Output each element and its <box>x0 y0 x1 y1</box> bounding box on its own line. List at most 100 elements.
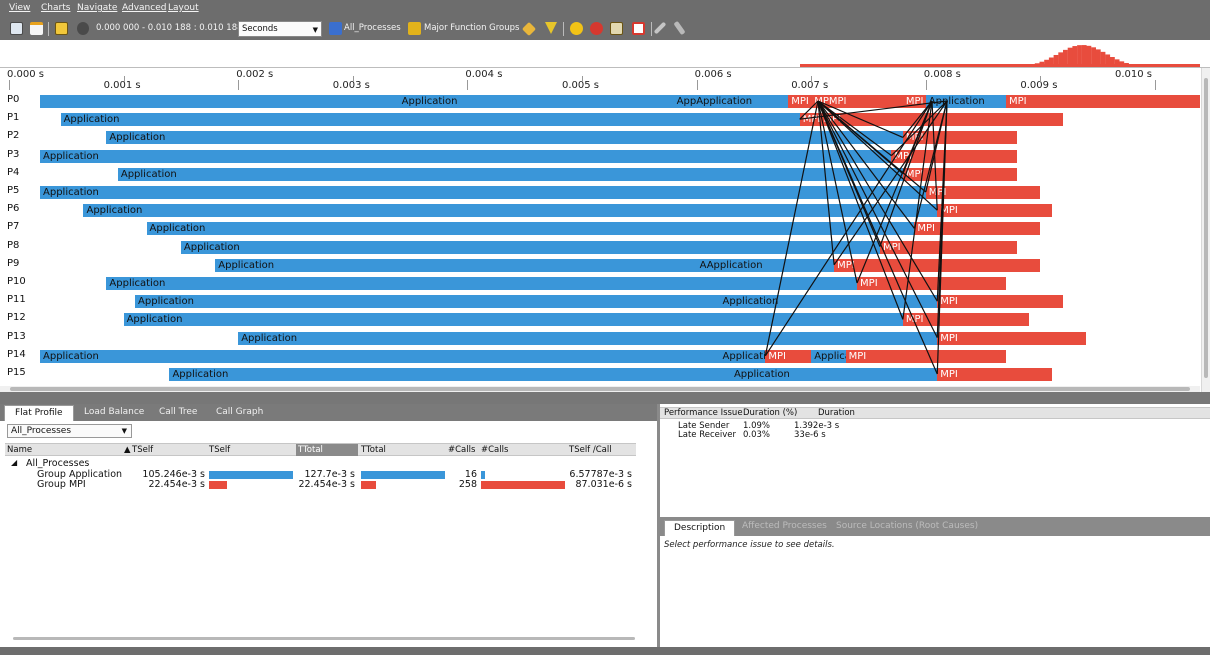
col-name[interactable]: Name <box>7 445 32 455</box>
chevron-down-icon: ▼ <box>312 26 318 34</box>
profile-ttotal: 22.454e-3 s <box>298 479 355 490</box>
sort-asc-icon: ▲ <box>124 445 131 455</box>
tab-call-graph[interactable]: Call Graph <box>216 407 263 417</box>
scroll-thumb[interactable] <box>1204 78 1208 378</box>
pie-chart-icon[interactable] <box>590 22 603 35</box>
tself-bar <box>209 481 227 489</box>
message-line <box>817 100 835 265</box>
col-ttotal-value[interactable]: TTotal <box>296 444 358 456</box>
col-duration-pct[interactable]: Duration (%) <box>743 408 797 418</box>
menu-charts[interactable]: Charts <box>41 3 70 13</box>
col-duration[interactable]: Duration <box>818 408 855 418</box>
timeline-vertical-scrollbar[interactable] <box>1201 68 1210 392</box>
col-tself-bar[interactable]: TSelf <box>209 445 230 455</box>
message-line <box>890 100 948 157</box>
tab-load-balance[interactable]: Load Balance <box>84 407 144 417</box>
message-line <box>764 100 933 357</box>
menu-advanced[interactable]: Advanced <box>122 3 166 13</box>
overview-bar <box>1086 45 1092 67</box>
flat-profile-panel: Flat Profile Load Balance Call Tree Call… <box>0 404 657 647</box>
menu-navigate[interactable]: Navigate <box>77 3 117 13</box>
unit-select[interactable]: Seconds ▼ <box>238 21 322 37</box>
overview-bar <box>1081 45 1087 67</box>
message-line <box>902 100 933 320</box>
toolbar: 0.000 000 - 0.010 188 : 0.010 188 Second… <box>0 18 1210 40</box>
toolbar-separator <box>48 22 49 36</box>
tools-icon[interactable] <box>673 20 686 36</box>
issue-duration: 33e-6 s <box>794 430 826 440</box>
col-calls-bar[interactable]: #Calls <box>481 445 508 455</box>
chevron-down-icon: ▼ <box>121 427 127 435</box>
process-filter-icon[interactable] <box>329 22 342 35</box>
overview-bar <box>1072 46 1078 67</box>
message-line <box>936 100 948 375</box>
menu-view[interactable]: View <box>9 3 30 13</box>
toolbar-separator <box>563 22 564 36</box>
col-tself-value[interactable]: TSelf <box>132 445 153 455</box>
issue-pct: 0.03% <box>743 430 771 440</box>
star-icon[interactable] <box>570 22 583 35</box>
toolbar-separator <box>651 22 652 36</box>
col-performance-issue[interactable]: Performance Issue <box>664 408 743 418</box>
process-select-value: All_Processes <box>11 426 72 436</box>
message-line <box>879 100 933 247</box>
tree-root-row[interactable]: ◢ All_Processes <box>5 458 636 469</box>
performance-panel: Performance Issue Duration (%) Duration … <box>657 404 1210 647</box>
tab-flat-profile[interactable]: Flat Profile <box>4 405 74 421</box>
ttotal-bar <box>361 471 445 479</box>
message-line <box>856 100 933 284</box>
bar-chart-icon[interactable] <box>610 22 623 35</box>
range-icon[interactable] <box>77 22 89 35</box>
profile-calls: 258 <box>458 479 477 490</box>
tree-root-label: All_Processes <box>26 458 90 469</box>
ttotal-bar <box>361 481 377 489</box>
tab-affected-processes[interactable]: Affected Processes <box>742 521 827 531</box>
function-groups-label[interactable]: Major Function Groups <box>424 23 519 33</box>
scroll-thumb[interactable] <box>13 637 635 640</box>
col-tself-per-call[interactable]: TSelf /Call <box>569 445 612 455</box>
col-calls-value[interactable]: #Calls <box>448 445 475 455</box>
profile-name: Group MPI <box>37 479 86 490</box>
overview-bar <box>1077 45 1082 67</box>
tab-source-locations[interactable]: Source Locations (Root Causes) <box>836 521 978 531</box>
tself-bar <box>209 471 293 479</box>
issue-name: Late Receiver <box>678 430 736 440</box>
highlight-icon[interactable] <box>521 21 537 37</box>
description-text: Select performance issue to see details. <box>664 540 835 550</box>
profile-tabs: Flat Profile Load Balance Call Tree Call… <box>0 404 657 421</box>
overview-baseline <box>800 64 1200 67</box>
tab-description[interactable]: Description <box>664 520 736 536</box>
description-tabs: Description Affected Processes Source Lo… <box>660 517 1210 536</box>
menu-layout[interactable]: Layout <box>168 3 199 13</box>
message-lines <box>764 100 948 375</box>
performance-row[interactable]: Late Receiver 0.03% 33e-6 s <box>660 430 1210 440</box>
expand-icon[interactable]: ◢ <box>11 458 17 467</box>
calls-bar <box>481 471 485 479</box>
wand-icon[interactable] <box>653 21 667 35</box>
profile-row[interactable]: Group MPI 22.454e-3 s 22.454e-3 s 258 87.031… <box>5 479 636 490</box>
zoom-fit-icon[interactable] <box>10 22 23 35</box>
calendar-icon[interactable] <box>30 22 43 35</box>
time-range-text: 0.000 000 - 0.010 188 : 0.010 188 <box>96 23 243 33</box>
sum-icon[interactable] <box>632 22 645 35</box>
message-line <box>764 100 819 356</box>
col-ttotal-bar[interactable]: TTotal <box>361 445 386 455</box>
status-bar <box>0 647 1210 655</box>
profile-table-header: Name ▲ TSelf TSelf TTotal TTotal #Calls … <box>5 443 636 456</box>
function-groups-icon[interactable] <box>408 22 421 35</box>
tab-call-tree[interactable]: Call Tree <box>159 407 197 417</box>
unit-select-value: Seconds <box>242 24 278 34</box>
menu-bar: View Charts Navigate Advanced Layout <box>0 0 1210 18</box>
process-select[interactable]: All_Processes ▼ <box>7 424 132 438</box>
calls-bar <box>481 481 565 489</box>
panel-splitter[interactable] <box>0 392 1210 404</box>
timeline-chart[interactable]: 0.000 s 0.002 s 0.004 s 0.006 s 0.008 s 0.010… <box>0 68 1210 392</box>
timeline-icon[interactable] <box>55 22 68 35</box>
timeline-overview[interactable] <box>0 40 1210 68</box>
message-line <box>817 100 915 229</box>
profile-horizontal-scrollbar[interactable] <box>5 635 650 643</box>
scroll-thumb[interactable] <box>10 387 1190 391</box>
performance-table-header: Performance Issue Duration (%) Duration <box>660 407 1210 419</box>
process-filter-label[interactable]: All_Processes <box>344 23 401 33</box>
filter-icon[interactable] <box>545 22 557 34</box>
